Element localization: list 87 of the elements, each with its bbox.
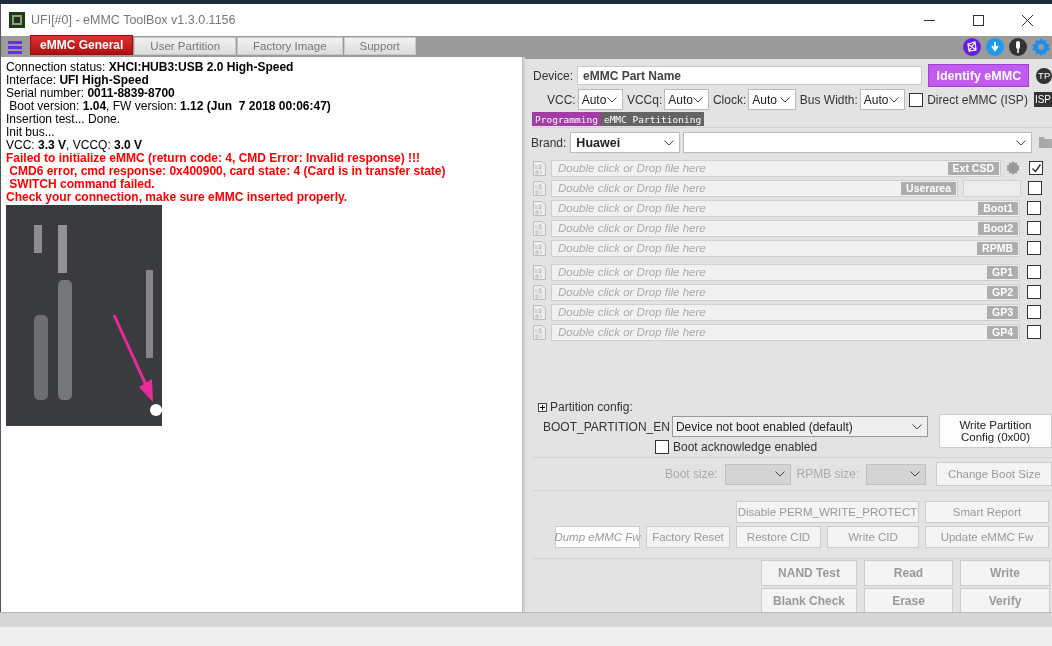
tab[interactable]: User Partition bbox=[134, 37, 237, 55]
field-label: BOOT_PARTITION_EN bbox=[543, 419, 670, 434]
binary-file-icon bbox=[533, 324, 546, 340]
checkbox[interactable] bbox=[1027, 241, 1041, 255]
file-drop-field[interactable]: Double click or Drop file here GP2 bbox=[551, 283, 1020, 301]
identify-button[interactable]: Identify eMMC bbox=[928, 64, 1030, 87]
tab[interactable]: eMMC Partitioning bbox=[600, 112, 705, 126]
brand-dropdown[interactable]: Huawei bbox=[570, 132, 681, 153]
checkbox[interactable] bbox=[1029, 161, 1043, 175]
file-drop-field[interactable]: Double click or Drop file here GP4 bbox=[551, 323, 1020, 341]
error-line: Failed to initialize eMMC (return code: 4, CMD Error: Invalid response) !!! bbox=[6, 152, 421, 165]
error-line: Check your connection, make sure eMMC inserted properly. bbox=[6, 191, 348, 204]
binary-file-icon bbox=[533, 200, 546, 216]
checkbox-label: Boot acknowledge enabled bbox=[673, 440, 818, 454]
caret-icon bbox=[606, 96, 617, 103]
file-drop-field[interactable]: Double click or Drop file here Ext CSD bbox=[551, 159, 1001, 177]
badge: ISP bbox=[1033, 92, 1052, 107]
tab[interactable]: eMMC General bbox=[30, 35, 134, 55]
caret-icon bbox=[1016, 139, 1027, 146]
checkbox[interactable] bbox=[1027, 221, 1041, 235]
log-line: Serial number: 0011-8839-8700 bbox=[6, 87, 175, 100]
error-line: SWITCH command failed. bbox=[8, 178, 155, 191]
file-drop-field[interactable]: Double click or Drop file here GP1 bbox=[551, 263, 1020, 281]
binary-file-icon bbox=[533, 160, 546, 176]
binary-file-icon bbox=[533, 220, 546, 236]
window-title: UFI[#0] - eMMC ToolBox v1.3.0.1156 bbox=[31, 13, 237, 27]
checkbox[interactable] bbox=[1027, 285, 1041, 299]
binary-file-icon bbox=[533, 284, 546, 300]
file-drop-field[interactable]: Double click or Drop file here Boot1 bbox=[551, 199, 1020, 217]
section-title: Partition config: bbox=[550, 400, 633, 414]
tab[interactable]: Factory Image bbox=[237, 37, 343, 55]
field-label: Boot size: bbox=[665, 467, 718, 481]
checkbox[interactable] bbox=[1027, 305, 1041, 319]
checkbox[interactable] bbox=[909, 92, 924, 107]
field-label: Device: bbox=[533, 68, 573, 83]
checkbox[interactable] bbox=[1027, 325, 1041, 339]
caret-icon bbox=[779, 96, 790, 103]
field-label: Bus Width: bbox=[799, 92, 858, 107]
log-line: Init bus... bbox=[6, 126, 55, 139]
close-icon[interactable] bbox=[1022, 14, 1033, 26]
size-field[interactable] bbox=[963, 179, 1021, 197]
file-drop-field[interactable]: Double click or Drop file here Userarea bbox=[551, 179, 958, 197]
caret-icon bbox=[888, 96, 899, 103]
binary-file-icon bbox=[533, 180, 546, 196]
tab[interactable]: Support bbox=[343, 37, 416, 55]
checkbox[interactable] bbox=[1027, 201, 1041, 215]
log-line: Insertion test... Done. bbox=[6, 113, 121, 126]
field-label: VCCq: bbox=[626, 92, 663, 107]
device-field[interactable]: eMMC Part Name bbox=[577, 66, 923, 85]
caret-icon bbox=[664, 139, 675, 146]
log-line: Connection status: XHCI:HUB3:USB 2.0 High-Speed bbox=[6, 61, 294, 74]
dropdown[interactable]: Auto bbox=[577, 89, 623, 110]
log-line: VCC: 3.3 V, VCCQ: 3.0 V bbox=[6, 139, 143, 152]
plug-icon[interactable] bbox=[1009, 38, 1027, 56]
file-drop-field[interactable]: Double click or Drop file here RPMB bbox=[551, 239, 1020, 257]
checkbox[interactable] bbox=[655, 440, 669, 454]
dropdown[interactable]: Auto bbox=[859, 89, 905, 110]
app-icon bbox=[9, 12, 25, 28]
error-line: CMD6 error, cmd response: 0x400900, card state: 4 (Card is in transfer state) bbox=[8, 165, 446, 178]
checkbox[interactable] bbox=[1028, 181, 1042, 195]
expand-icon[interactable] bbox=[538, 402, 547, 412]
binary-file-icon bbox=[533, 304, 546, 320]
caret-icon bbox=[692, 96, 703, 103]
badge: TP bbox=[1036, 67, 1052, 84]
binary-file-icon bbox=[533, 240, 546, 256]
maximize-icon[interactable] bbox=[973, 14, 984, 26]
caret-icon bbox=[911, 423, 922, 430]
file-drop-field[interactable]: Double click or Drop file here Boot2 bbox=[551, 219, 1020, 237]
binary-file-icon bbox=[533, 264, 546, 280]
field-label: Clock: bbox=[712, 92, 747, 107]
field-label: Brand: bbox=[531, 135, 567, 150]
dropdown[interactable]: Auto bbox=[748, 89, 796, 110]
log-line: Boot version: 1.04, FW version: 1.12 (Jun 7 2018 00:06:47) bbox=[8, 100, 331, 113]
checkbox-label: Direct eMMC (ISP) bbox=[927, 92, 1028, 107]
caret-icon bbox=[910, 471, 921, 477]
dropdown[interactable]: Device not boot enabled (default) bbox=[671, 416, 928, 437]
dropdown[interactable]: Auto bbox=[664, 89, 709, 110]
tab[interactable]: Programming bbox=[532, 112, 601, 126]
field-label: VCC: bbox=[547, 92, 576, 107]
log-line: Interface: UFI High-Speed bbox=[6, 74, 149, 87]
field-label: RPMB size: bbox=[796, 467, 860, 481]
download-icon[interactable] bbox=[986, 38, 1004, 56]
checkbox[interactable] bbox=[1027, 265, 1041, 279]
file-drop-field[interactable]: Double click or Drop file here GP3 bbox=[551, 303, 1020, 321]
write-partition-config-button[interactable]: Write Partition Config (0x00) bbox=[938, 414, 1052, 448]
caret-icon bbox=[774, 471, 785, 477]
network-icon[interactable] bbox=[963, 38, 981, 56]
